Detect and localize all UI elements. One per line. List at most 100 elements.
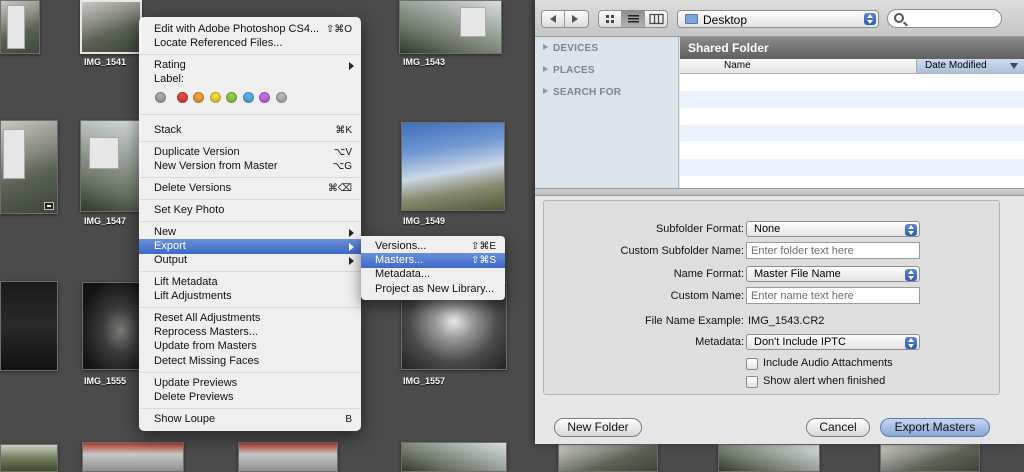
photo-thumbnail[interactable] <box>718 444 820 472</box>
export-masters-button[interactable]: Export Masters <box>880 418 990 437</box>
menu-item-delete-versions[interactable]: Delete Versions ⌘⌫ <box>139 181 361 196</box>
menu-item-export-masters[interactable]: Masters... ⇧⌘S <box>361 253 505 268</box>
popup-stepper-icon <box>864 13 876 25</box>
photo-thumbnail[interactable] <box>401 442 507 472</box>
menu-item-stack[interactable]: Stack ⌘K <box>139 123 361 138</box>
photo-caption: IMG_1543 <box>403 57 446 67</box>
menu-item-delete-previews[interactable]: Delete Previews <box>139 390 361 405</box>
photo-thumbnail[interactable] <box>880 444 980 472</box>
menu-shortcut: ⇧⌘E <box>470 241 496 252</box>
column-view-button[interactable] <box>645 11 668 27</box>
submenu-arrow-icon <box>349 243 354 251</box>
sidebar-section-devices[interactable]: DEVICES <box>543 43 598 54</box>
menu-item-new-version-from-master[interactable]: New Version from Master ⌥G <box>139 159 361 174</box>
photo-thumbnail[interactable] <box>0 444 58 472</box>
sort-descending-icon <box>1010 63 1018 69</box>
back-forward-control <box>541 10 589 28</box>
menu-item-export[interactable]: Export <box>139 239 361 254</box>
label-color-green-swatch[interactable] <box>226 92 237 103</box>
menu-item-update-previews[interactable]: Update Previews <box>139 376 361 391</box>
menu-item-output[interactable]: Output <box>139 253 361 268</box>
menu-separator <box>140 271 360 272</box>
photo-thumbnail[interactable] <box>399 0 502 54</box>
list-row <box>680 125 1024 142</box>
photo-thumbnail[interactable] <box>238 442 338 472</box>
menu-separator <box>140 177 360 178</box>
menu-separator <box>140 54 360 55</box>
sidebar-section-search-for[interactable]: SEARCH FOR <box>543 87 621 98</box>
menu-item-new[interactable]: New <box>139 225 361 240</box>
icon-view-button[interactable] <box>599 11 622 27</box>
menu-item-lift-metadata[interactable]: Lift Metadata <box>139 275 361 290</box>
menu-item-update-from-masters[interactable]: Update from Masters <box>139 339 361 354</box>
label-color-yellow-swatch[interactable] <box>210 92 221 103</box>
photo-thumbnail[interactable] <box>558 444 658 472</box>
menu-item-show-loupe[interactable]: Show Loupe B <box>139 412 361 427</box>
view-mode-control <box>598 10 668 28</box>
back-button[interactable] <box>542 11 565 27</box>
folder-title: Shared Folder <box>680 37 1024 59</box>
menu-item-export-versions[interactable]: Versions... ⇧⌘E <box>361 239 505 254</box>
list-row <box>680 159 1024 176</box>
panel-splitter[interactable] <box>535 188 1024 196</box>
menu-item-set-key-photo[interactable]: Set Key Photo <box>139 203 361 218</box>
disclosure-triangle-icon <box>543 44 548 50</box>
menu-item-reprocess-masters[interactable]: Reprocess Masters... <box>139 325 361 340</box>
menu-item-locate-referenced-files[interactable]: Locate Referenced Files... <box>139 36 361 51</box>
forward-arrow-icon <box>572 15 578 23</box>
context-menu: Edit with Adobe Photoshop CS4... ⇧⌘O Loc… <box>139 17 361 431</box>
disclosure-triangle-icon <box>543 88 548 94</box>
photo-thumbnail[interactable] <box>0 281 58 371</box>
menu-shortcut: ⌘⌫ <box>327 183 352 194</box>
custom-subfolder-name-label: Custom Subfolder Name: <box>620 245 745 257</box>
forward-button[interactable] <box>565 11 588 27</box>
menu-item-export-metadata[interactable]: Metadata... <box>361 267 505 282</box>
menu-item-rating[interactable]: Rating <box>139 58 361 73</box>
menu-shortcut: ⇧⌘O <box>325 24 352 35</box>
menu-item-duplicate-version[interactable]: Duplicate Version ⌥V <box>139 145 361 160</box>
sidebar-section-places[interactable]: PLACES <box>543 65 595 76</box>
cancel-button[interactable]: Cancel <box>806 418 870 437</box>
photo-thumbnail[interactable] <box>0 0 40 54</box>
photo-thumbnail[interactable] <box>401 122 505 211</box>
menu-item-detect-missing-faces[interactable]: Detect Missing Faces <box>139 354 361 369</box>
location-popup[interactable]: Desktop <box>677 10 879 28</box>
menu-separator <box>140 199 360 200</box>
list-row <box>680 142 1024 159</box>
label-color-blue-swatch[interactable] <box>243 92 254 103</box>
label-color-none-swatch[interactable] <box>155 92 166 103</box>
list-view-button[interactable] <box>622 11 645 27</box>
include-audio-checkbox[interactable] <box>746 358 758 370</box>
metadata-popup[interactable]: Don't Include IPTC <box>746 334 920 350</box>
subfolder-format-popup[interactable]: None <box>746 221 920 237</box>
menu-item-reset-all-adjustments[interactable]: Reset All Adjustments <box>139 311 361 326</box>
photo-thumbnail[interactable] <box>82 442 184 472</box>
photo-thumbnail-selected[interactable] <box>80 0 142 54</box>
menu-item-lift-adjustments[interactable]: Lift Adjustments <box>139 289 361 304</box>
search-field[interactable] <box>887 9 1002 28</box>
folder-icon <box>685 14 698 24</box>
column-header-date-modified[interactable]: Date Modified <box>916 59 1024 73</box>
photo-caption: IMG_1549 <box>403 216 446 226</box>
menu-item-edit-with-photoshop[interactable]: Edit with Adobe Photoshop CS4... ⇧⌘O <box>139 22 361 37</box>
label-color-purple-swatch[interactable] <box>259 92 270 103</box>
photo-caption: IMG_1547 <box>84 216 127 226</box>
search-icon <box>894 13 904 23</box>
label-color-red-swatch[interactable] <box>177 92 188 103</box>
label-color-gray-swatch[interactable] <box>276 92 287 103</box>
show-alert-checkbox[interactable] <box>746 376 758 388</box>
new-folder-button[interactable]: New Folder <box>554 418 642 437</box>
photo-thumbnail[interactable] <box>80 120 142 212</box>
custom-subfolder-name-field[interactable] <box>746 242 920 259</box>
photo-thumbnail[interactable] <box>0 120 58 214</box>
menu-item-export-project-as-library[interactable]: Project as New Library... <box>361 282 505 297</box>
name-format-popup[interactable]: Master File Name <box>746 266 920 282</box>
label-color-orange-swatch[interactable] <box>193 92 204 103</box>
photo-thumbnail[interactable] <box>82 282 142 370</box>
submenu-arrow-icon <box>349 62 354 70</box>
column-view-icon <box>649 13 664 25</box>
sidebar: DEVICES PLACES SEARCH FOR <box>535 37 679 188</box>
menu-item-label: Label: <box>154 73 184 85</box>
custom-name-field[interactable] <box>746 287 920 304</box>
column-header-name[interactable]: Name <box>724 60 751 71</box>
